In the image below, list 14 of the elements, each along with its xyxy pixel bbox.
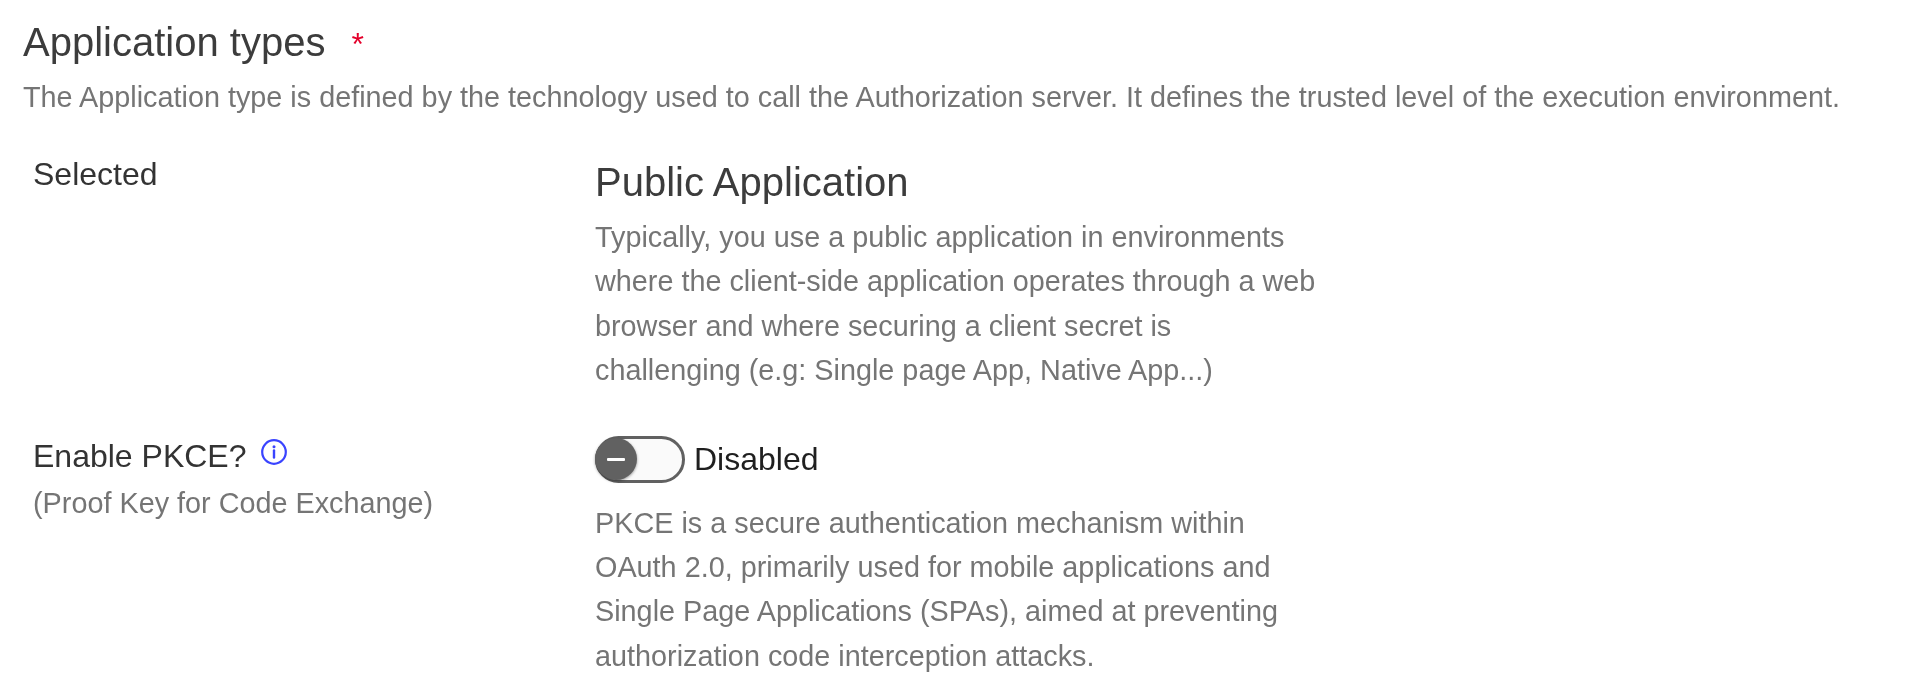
field-label: Selected (33, 155, 158, 194)
info-icon[interactable] (261, 438, 288, 465)
option-description: PKCE is a secure authentication mechanism within OAuth 2.0, primarily used for mobile applications and Single Page Applications (SPAs), aimed at preventing authorization code interception attacks. (595, 505, 1279, 674)
field-sublabel: (Proof Key for Code Exchange) (33, 485, 434, 521)
option-description: Typically, you use a public application in environments where the client-side application operates through a web browser and where securing a client secret is challenging (e.g: Single page App, Native App...) (595, 220, 1317, 389)
option-title: Public Application (595, 159, 909, 206)
field-label: Enable PKCE? (33, 436, 247, 476)
minus-icon (607, 457, 625, 461)
toggle-switch[interactable] (595, 435, 685, 483)
required-mark: * (351, 26, 364, 62)
switch-thumb[interactable] (595, 438, 637, 481)
section-title: Application types (23, 19, 326, 66)
section-description: The Application type is defined by the technology used to call the Authorization server. It defines the trusted level of the execution environment. (23, 80, 1840, 115)
toggle-status-label: Disabled (694, 440, 819, 480)
